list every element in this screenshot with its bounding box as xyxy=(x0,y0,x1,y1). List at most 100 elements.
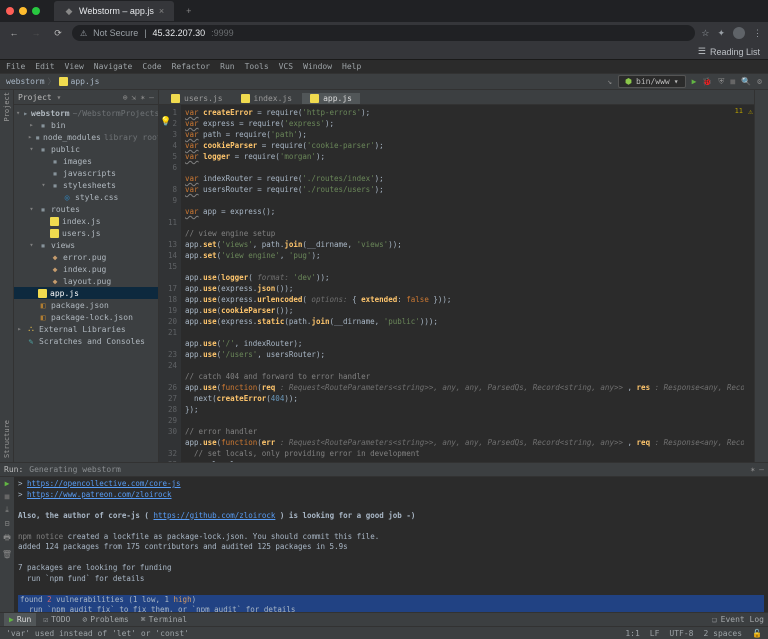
search-icon[interactable]: 🔍 xyxy=(741,77,751,86)
url-port: :9999 xyxy=(211,28,234,38)
status-indent[interactable]: 2 spaces xyxy=(704,629,743,638)
breadcrumb-project[interactable]: webstorm xyxy=(6,77,45,86)
layout-icon[interactable]: ⊟ xyxy=(5,519,10,528)
marker-stripe: ⚠ 11 xyxy=(744,105,754,462)
menu-help[interactable]: Help xyxy=(342,62,361,71)
extensions-icon[interactable]: ✦ xyxy=(717,28,725,39)
reload-button[interactable]: ⟳ xyxy=(50,28,66,39)
tree-routes-index[interactable]: index.js xyxy=(14,215,158,227)
debug-icon[interactable]: 🐞 xyxy=(702,77,712,86)
tree-views[interactable]: ▾▪views xyxy=(14,239,158,251)
chevron-down-icon[interactable]: ▾ xyxy=(57,93,62,102)
inspection-triangle-icon[interactable]: ⚠ xyxy=(748,107,753,116)
forward-button[interactable]: → xyxy=(28,28,44,38)
status-caret[interactable]: 1:1 xyxy=(625,629,639,638)
trash-icon[interactable]: 🗑 xyxy=(2,550,12,559)
menu-view[interactable]: View xyxy=(65,62,84,71)
reading-list-button[interactable]: ☰ Reading List xyxy=(698,46,760,57)
tab-todo[interactable]: ☑TODO xyxy=(38,613,75,626)
breadcrumb-file[interactable]: app.js xyxy=(71,77,100,86)
hide-icon[interactable]: — xyxy=(149,93,154,102)
tree-layout-pug[interactable]: ◆layout.pug xyxy=(14,275,158,287)
lock-icon[interactable]: 🔓 xyxy=(752,629,762,638)
tab-close-icon[interactable]: × xyxy=(159,6,164,16)
add-config-icon[interactable]: ↘ xyxy=(607,77,612,86)
intention-bulb-icon[interactable]: 💡 xyxy=(160,117,171,127)
browser-tab-active[interactable]: ◆ Webstorm – app.js × xyxy=(54,1,174,21)
tree-index-pug[interactable]: ◆index.pug xyxy=(14,263,158,275)
tree-node-modules[interactable]: ▸▪node_modules library root xyxy=(14,131,158,143)
hide-icon[interactable]: — xyxy=(759,465,764,474)
rerun-icon[interactable]: ▶ xyxy=(5,479,10,488)
print-icon[interactable]: 🖶 xyxy=(3,532,11,546)
new-tab-button[interactable]: + xyxy=(180,6,197,16)
tree-images[interactable]: ▪images xyxy=(14,155,158,167)
tree-package-lock[interactable]: ◧package-lock.json xyxy=(14,311,158,323)
stripe-structure-tab[interactable]: Structure xyxy=(3,420,11,458)
stripe-project-tab[interactable]: Project xyxy=(3,92,11,122)
maximize-window-icon[interactable] xyxy=(32,7,40,15)
tree-bin[interactable]: ▸▪bin xyxy=(14,119,158,131)
editor-tab-app[interactable]: app.js xyxy=(302,93,360,104)
code-area[interactable]: var createError = require('http-errors')… xyxy=(181,105,744,462)
address-bar[interactable]: ⚠ Not Secure | 45.32.207.30:9999 xyxy=(72,25,695,41)
left-tool-stripe: Project Structure xyxy=(0,90,14,462)
close-window-icon[interactable] xyxy=(6,7,14,15)
gear-icon[interactable]: ✶ xyxy=(140,93,145,102)
ide-window: File Edit View Navigate Code Refactor Ru… xyxy=(0,60,768,639)
tree-external[interactable]: ▸⛬External Libraries xyxy=(14,323,158,335)
profile-avatar[interactable] xyxy=(733,27,745,39)
run-config-dropdown[interactable]: ⬢ bin/www ▾ xyxy=(618,75,686,88)
menu-refactor[interactable]: Refactor xyxy=(172,62,211,71)
tree-public[interactable]: ▾▪public xyxy=(14,143,158,155)
tree-app-js[interactable]: app.js xyxy=(14,287,158,299)
project-tree[interactable]: ▾▸webstorm ~/WebstormProjects/webstorm ▸… xyxy=(14,105,158,462)
status-encoding[interactable]: UTF-8 xyxy=(669,629,693,638)
status-lf[interactable]: LF xyxy=(650,629,660,638)
menu-file[interactable]: File xyxy=(6,62,25,71)
menu-window[interactable]: Window xyxy=(303,62,332,71)
tab-event-log[interactable]: Event Log xyxy=(721,615,764,624)
tree-style-css[interactable]: ◎style.css xyxy=(14,191,158,203)
tree-stylesheets[interactable]: ▾▪stylesheets xyxy=(14,179,158,191)
minimize-window-icon[interactable] xyxy=(19,7,27,15)
menu-run[interactable]: Run xyxy=(220,62,234,71)
target-icon[interactable]: ⊕ xyxy=(123,93,128,102)
menu-code[interactable]: Code xyxy=(142,62,161,71)
collapse-icon[interactable]: ⇲ xyxy=(132,93,137,102)
menu-tools[interactable]: Tools xyxy=(245,62,269,71)
stop-icon[interactable]: ■ xyxy=(730,77,735,86)
step-icon[interactable]: ⤓ xyxy=(5,505,9,515)
todo-icon: ☑ xyxy=(43,615,48,624)
editor-tab-index[interactable]: index.js xyxy=(233,93,301,104)
tab-problems[interactable]: ⊘Problems xyxy=(77,613,133,626)
tree-javascripts[interactable]: ▪javascripts xyxy=(14,167,158,179)
window-controls xyxy=(6,7,40,15)
js-file-icon xyxy=(38,289,47,298)
tab-run[interactable]: ▶Run xyxy=(4,613,36,626)
tree-error-pug[interactable]: ◆error.pug xyxy=(14,251,158,263)
tree-scratches[interactable]: ✎Scratches and Consoles xyxy=(14,335,158,347)
editor-tab-users[interactable]: users.js xyxy=(163,93,231,104)
settings-icon[interactable]: ⚙ xyxy=(757,77,762,86)
breadcrumb-separator-icon: 〉 xyxy=(48,76,56,87)
tree-root[interactable]: ▾▸webstorm ~/WebstormProjects/webstorm xyxy=(14,107,158,119)
coverage-icon[interactable]: ⛨ xyxy=(718,77,724,87)
back-button[interactable]: ← xyxy=(6,28,22,38)
tree-package-json[interactable]: ◧package.json xyxy=(14,299,158,311)
ide-header: webstorm 〉 app.js ↘ ⬢ bin/www ▾ ▶ 🐞 ⛨ ■ … xyxy=(0,74,768,90)
gear-icon[interactable]: ✶ xyxy=(750,465,755,474)
menu-navigate[interactable]: Navigate xyxy=(94,62,133,71)
bookmark-star-icon[interactable]: ☆ xyxy=(701,28,709,39)
run-icon[interactable]: ▶ xyxy=(692,77,697,86)
menu-edit[interactable]: Edit xyxy=(35,62,54,71)
menu-vcs[interactable]: VCS xyxy=(279,62,293,71)
menu-icon[interactable]: ⋮ xyxy=(753,28,762,39)
tree-routes[interactable]: ▾▪routes xyxy=(14,203,158,215)
tree-routes-users[interactable]: users.js xyxy=(14,227,158,239)
stop-icon[interactable]: ■ xyxy=(5,492,10,501)
editor-body[interactable]: 💡 123456 89 11 131415 1718192021 2324 26… xyxy=(159,105,754,462)
tab-terminal[interactable]: ⌘Terminal xyxy=(136,613,192,626)
right-tool-stripe xyxy=(754,90,768,462)
console-output[interactable]: > https://opencollective.com/core-js > h… xyxy=(14,477,768,612)
